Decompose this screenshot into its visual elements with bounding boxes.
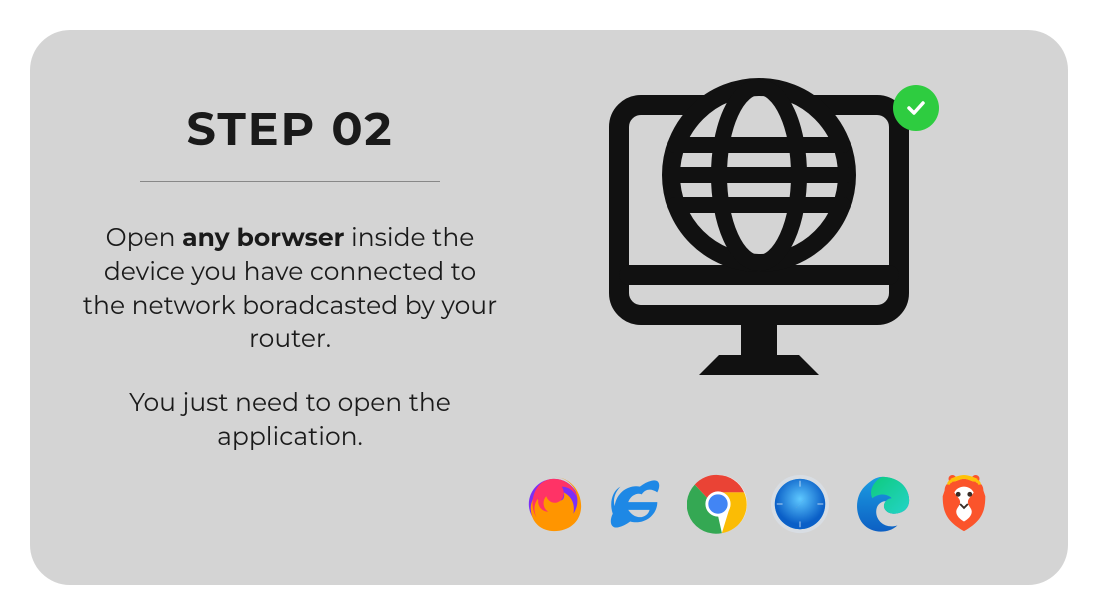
chrome-icon bbox=[687, 473, 749, 535]
firefox-icon bbox=[523, 473, 585, 535]
text-column: STEP 02 Open any borwser inside the devi… bbox=[80, 90, 500, 545]
check-badge-icon bbox=[893, 85, 939, 131]
para1-prefix: Open bbox=[106, 223, 182, 253]
monitor-globe-icon bbox=[589, 65, 929, 395]
checkmark-icon bbox=[904, 96, 928, 120]
divider bbox=[140, 181, 440, 182]
safari-icon bbox=[769, 473, 831, 535]
browser-icons-row bbox=[523, 473, 995, 535]
graphic-column bbox=[500, 90, 1018, 545]
step-description: Open any borwser inside the device you h… bbox=[80, 222, 500, 455]
edge-icon bbox=[851, 473, 913, 535]
para1-bold: any borwser bbox=[182, 223, 344, 253]
internet-explorer-icon bbox=[605, 473, 667, 535]
para2: You just need to open the application. bbox=[80, 387, 500, 455]
step-card: STEP 02 Open any borwser inside the devi… bbox=[30, 30, 1068, 585]
brave-icon bbox=[933, 473, 995, 535]
step-title: STEP 02 bbox=[186, 100, 393, 157]
monitor-globe-illustration bbox=[589, 65, 929, 400]
